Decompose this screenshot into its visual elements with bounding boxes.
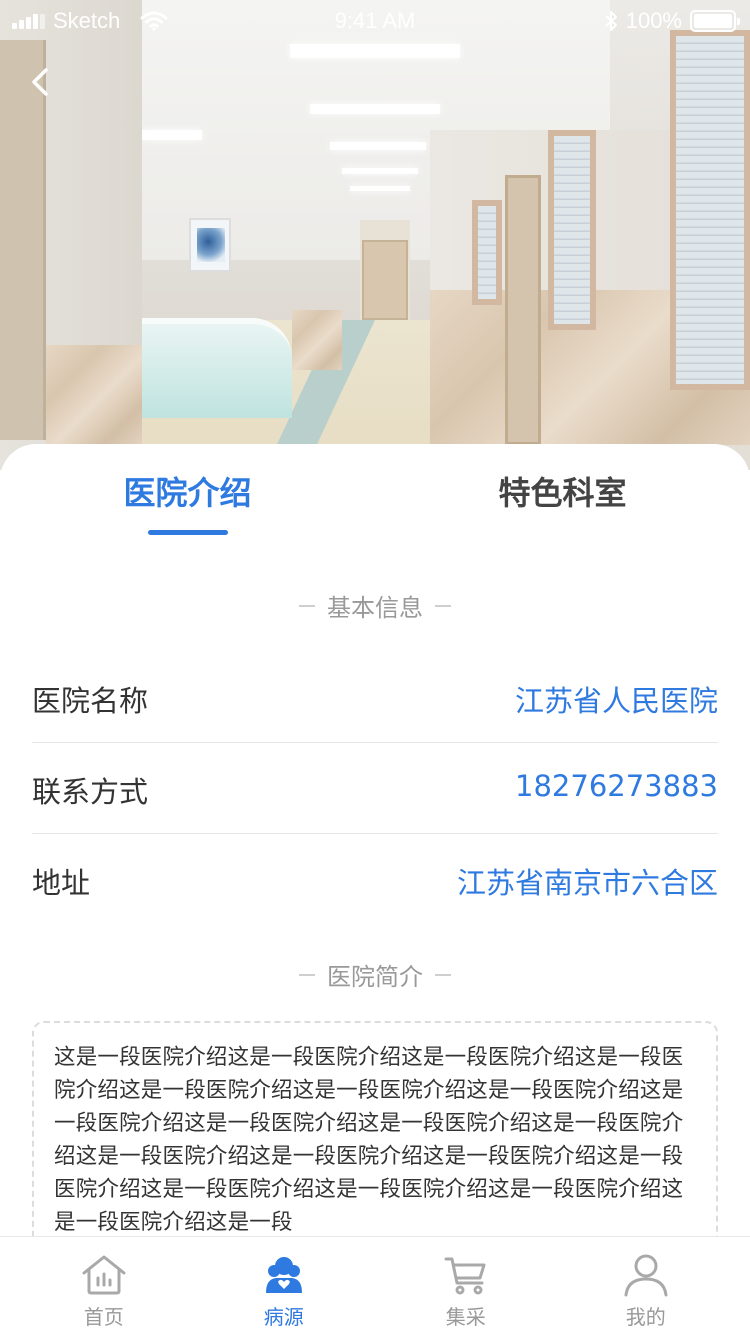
- nav-item-procurement[interactable]: 集采: [372, 1237, 560, 1334]
- divider-line: [435, 973, 451, 976]
- bottom-nav: 首页 病源 集采 我的: [0, 1236, 750, 1334]
- intro-section-title: 医院简介: [0, 957, 750, 992]
- tab-bar: 医院介绍 特色科室: [0, 444, 750, 540]
- cart-icon: [444, 1257, 486, 1295]
- section-title-text: 基本信息: [327, 594, 423, 622]
- battery-percent: 100%: [625, 8, 682, 33]
- patient-source-icon: [265, 1257, 302, 1293]
- nav-item-patient-source[interactable]: 病源: [190, 1237, 378, 1334]
- status-right: 100%: [604, 8, 740, 34]
- ceiling-light: [342, 168, 418, 174]
- ceiling-light: [330, 142, 426, 150]
- divider-line: [435, 604, 451, 607]
- nav-label-profile: 我的: [625, 1305, 666, 1329]
- battery-icon: [690, 10, 740, 32]
- ceiling-light: [290, 44, 460, 58]
- tab-active-indicator: [148, 530, 228, 535]
- phone-link[interactable]: 18276273883: [515, 769, 718, 803]
- nav-item-home[interactable]: 首页: [10, 1237, 198, 1334]
- info-value: 江苏省人民医院: [514, 684, 718, 718]
- info-row-hospital-name: 医院名称 江苏省人民医院: [32, 652, 718, 743]
- section-title-text: 医院简介: [327, 963, 423, 991]
- info-row-address: 地址 江苏省南京市六合区: [32, 834, 718, 925]
- home-chart-icon: [82, 1255, 126, 1295]
- nav-label-procurement: 集采: [445, 1305, 486, 1329]
- ceiling-light: [310, 104, 440, 114]
- divider-line: [299, 604, 315, 607]
- right-door: [505, 175, 541, 445]
- hospital-hero-image: [0, 0, 750, 470]
- divider-line: [299, 973, 315, 976]
- wall-painting: [189, 218, 231, 272]
- corridor-window: [670, 30, 750, 390]
- bluetooth-icon: [605, 11, 617, 31]
- chevron-left-icon: [32, 68, 48, 96]
- nav-label-home: 首页: [83, 1305, 124, 1329]
- nav-item-profile[interactable]: 我的: [552, 1237, 740, 1334]
- info-label: 医院名称: [32, 684, 149, 718]
- ceiling-light: [142, 130, 202, 140]
- tab-hospital-intro[interactable]: 医院介绍: [0, 468, 375, 514]
- back-button[interactable]: [24, 62, 60, 102]
- info-label: 联系方式: [32, 775, 149, 809]
- hospital-intro-text: 这是一段医院介绍这是一段医院介绍这是一段医院介绍这是一段医院介绍这是一段医院介绍…: [54, 1045, 684, 1235]
- status-bar: Sketch 9:41 AM 100%: [0, 0, 750, 40]
- info-label: 地址: [32, 866, 91, 900]
- tab-featured-departments[interactable]: 特色科室: [375, 468, 750, 514]
- far-door: [362, 240, 408, 320]
- ceiling-light: [350, 186, 410, 191]
- profile-icon: [624, 1254, 668, 1297]
- corridor-window: [548, 130, 596, 330]
- address-link[interactable]: 江苏省南京市六合区: [457, 860, 718, 902]
- basic-info-section-title: 基本信息: [0, 588, 750, 623]
- marble-wainscot: [292, 310, 342, 370]
- nav-label-patient-source: 病源: [263, 1305, 304, 1329]
- marble-wainscot: [46, 345, 142, 445]
- info-row-contact: 联系方式 18276273883: [32, 743, 718, 834]
- reception-desk: [142, 318, 292, 418]
- corridor-window: [472, 200, 502, 305]
